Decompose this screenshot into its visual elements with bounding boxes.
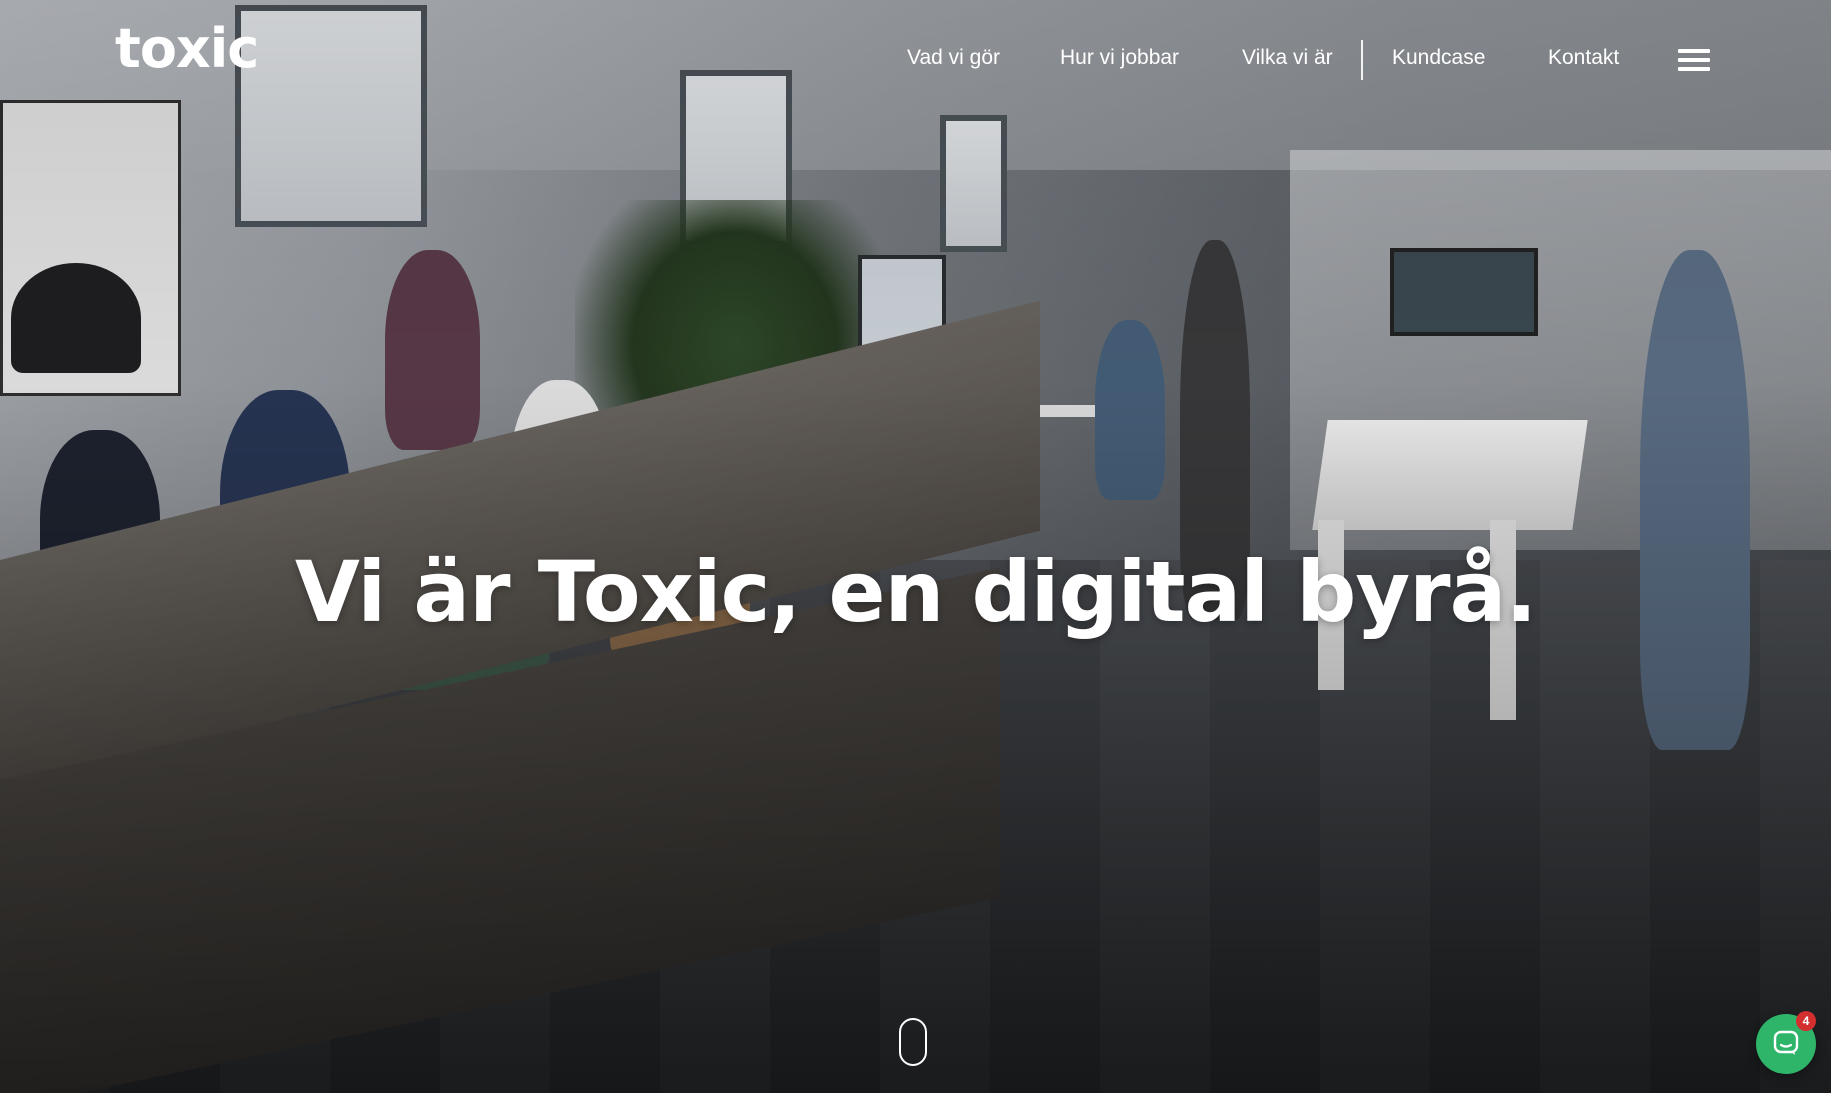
hamburger-menu-icon[interactable]: [1678, 47, 1710, 73]
chat-bubble-icon: [1773, 1030, 1799, 1055]
nav-item-hur-vi-jobbar[interactable]: Hur vi jobbar: [1060, 46, 1179, 70]
hamburger-line: [1678, 67, 1710, 71]
nav-item-kontakt[interactable]: Kontakt: [1548, 46, 1619, 70]
nav-item-vilka-vi-ar[interactable]: Vilka vi är: [1242, 46, 1333, 70]
mouse-scroll-icon[interactable]: [899, 1018, 927, 1066]
nav-item-vad-vi-gor[interactable]: Vad vi gör: [907, 46, 1000, 70]
nav-divider: [1361, 40, 1363, 80]
hamburger-line: [1678, 58, 1710, 62]
hero-headline: Vi är Toxic, en digital byrå.: [294, 543, 1537, 642]
nav-item-kundcase[interactable]: Kundcase: [1392, 46, 1485, 70]
chat-unread-badge: 4: [1796, 1011, 1816, 1031]
main-nav: Vad vi gör Hur vi jobbar Vilka vi är Kun…: [0, 40, 1831, 80]
hamburger-line: [1678, 49, 1710, 53]
site-header: toxic Vad vi gör Hur vi jobbar Vilka vi …: [0, 0, 1831, 110]
hero-section: toxic Vad vi gör Hur vi jobbar Vilka vi …: [0, 0, 1831, 1093]
